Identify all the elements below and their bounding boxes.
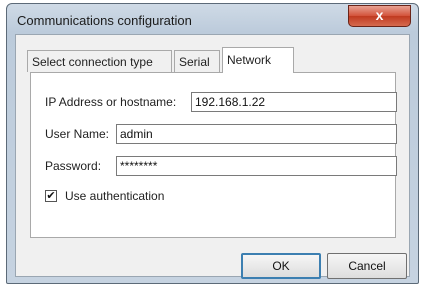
ok-button[interactable]: OK bbox=[241, 253, 321, 279]
tab-serial[interactable]: Serial bbox=[174, 50, 220, 72]
checkmark-icon: ✔ bbox=[46, 190, 56, 202]
close-icon: x bbox=[375, 7, 384, 23]
window-title: Communications configuration bbox=[17, 13, 192, 28]
dialog-window: Communications configuration x Select co… bbox=[6, 3, 419, 284]
tab-network[interactable]: Network bbox=[222, 47, 294, 73]
tab-select-connection-type[interactable]: Select connection type bbox=[27, 50, 172, 72]
dialog-client-area: Select connection type Serial Network IP… bbox=[15, 34, 410, 279]
user-name-input[interactable]: admin bbox=[116, 124, 397, 144]
use-authentication-checkbox[interactable]: ✔ bbox=[45, 190, 57, 202]
close-button[interactable]: x bbox=[348, 5, 411, 27]
cancel-button[interactable]: Cancel bbox=[327, 253, 407, 279]
ip-address-input[interactable]: 192.168.1.22 bbox=[191, 92, 397, 112]
ip-address-label: IP Address or hostname: bbox=[45, 95, 177, 109]
password-label: Password: bbox=[45, 159, 102, 173]
user-name-label: User Name: bbox=[45, 127, 110, 141]
password-input[interactable]: ******** bbox=[116, 156, 397, 176]
use-authentication-label: Use authentication bbox=[65, 189, 165, 203]
